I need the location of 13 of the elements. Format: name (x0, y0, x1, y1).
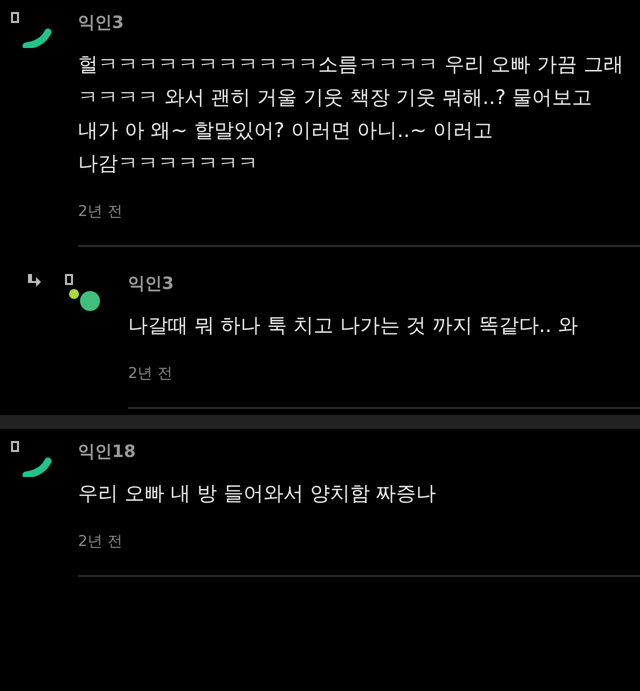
timestamp: 2년 전 (128, 364, 174, 383)
avatar-icon (62, 273, 102, 313)
author-name: 익인3 (78, 12, 125, 35)
avatar-icon (8, 439, 54, 477)
timestamp: 2년 전 (78, 532, 124, 551)
comment-text: 헐ㅋㅋㅋㅋㅋㅋㅋㅋㅋㅋㅋ소름ㅋㅋㅋㅋ 우리 오빠 가끔 그래 ㅋㅋㅋㅋ 와서 괜히 거울 기웃 책장 기웃 뭐해..? 물어보고 내가 아 왜~ 할말있어? 이러면 아니..~ 이러고 나감ㅋㅋㅋㅋㅋㅋㅋ (78, 51, 624, 177)
comment-text: 나갈때 뭐 하나 툭 치고 나가는 것 까지 똑같다.. 와 (128, 312, 579, 339)
reply-arrow-icon (26, 273, 42, 289)
avatar-icon (8, 10, 54, 48)
timestamp: 2년 전 (78, 202, 124, 221)
author-name: 익인3 (128, 273, 175, 296)
comment-text: 우리 오빠 내 방 들어와서 양치함 짜증나 (78, 480, 438, 507)
author-name: 익인18 (78, 441, 137, 464)
